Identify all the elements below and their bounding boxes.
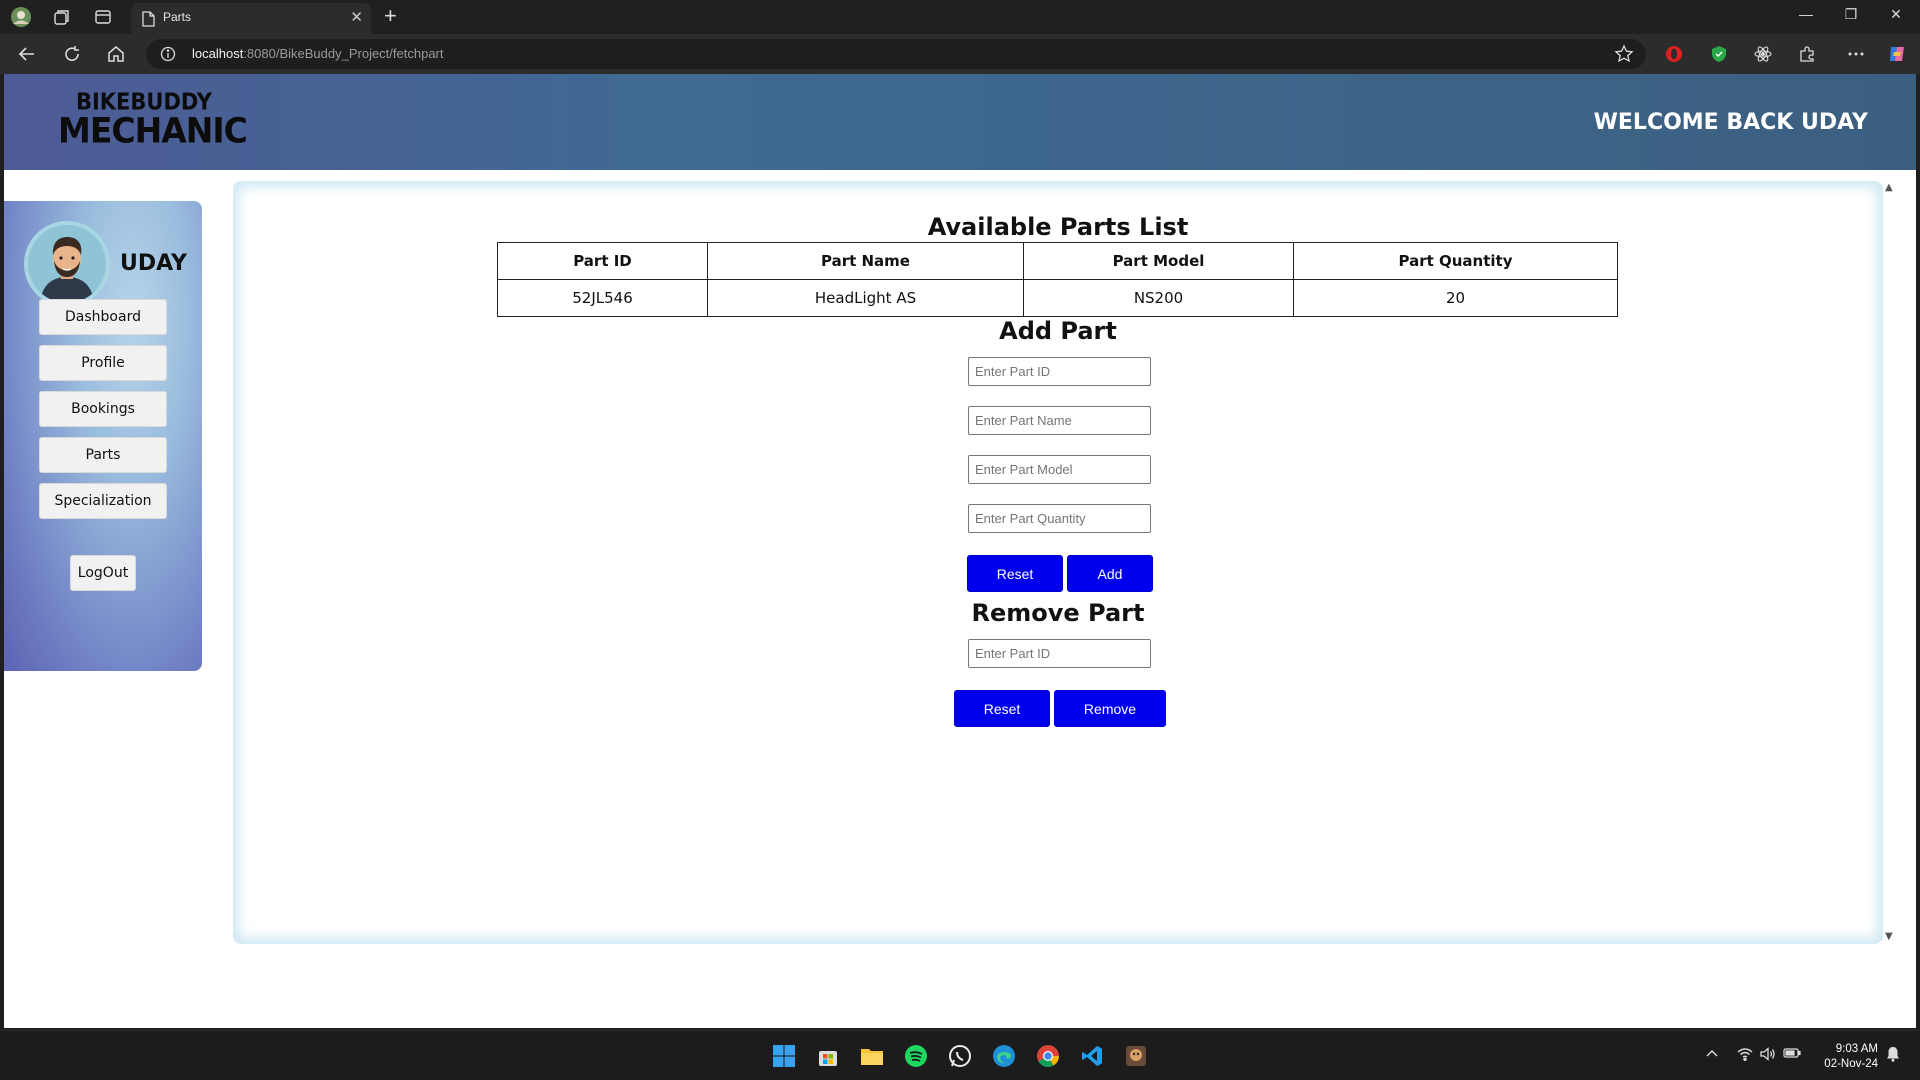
sidebar: UDAY Dashboard Profile Bookings Parts Sp…: [4, 201, 202, 671]
page-icon: [141, 11, 155, 31]
vscode-icon[interactable]: [1079, 1043, 1105, 1069]
tab-title: Parts: [163, 10, 192, 24]
sidebar-item-bookings[interactable]: Bookings: [39, 391, 167, 427]
page-viewport: BIKEBUDDY MECHANIC WELCOME BACK UDAY UDA…: [4, 74, 1916, 1028]
tab-parts[interactable]: Parts ✕: [131, 3, 371, 34]
profile-avatar-icon[interactable]: [10, 6, 32, 28]
browser-tab-bar: Parts ✕ + — ❐ ✕: [0, 0, 1920, 34]
tab-actions-icon[interactable]: [92, 6, 114, 28]
sidebar-item-parts[interactable]: Parts: [39, 437, 167, 473]
favorite-star-icon[interactable]: [1614, 44, 1634, 68]
volume-icon[interactable]: [1760, 1047, 1776, 1065]
close-window-icon[interactable]: ✕: [1876, 6, 1916, 23]
part-model-input[interactable]: [968, 455, 1151, 484]
part-id-input[interactable]: [968, 357, 1151, 386]
taskbar: 9:03 AM 02-Nov-24: [0, 1030, 1920, 1080]
opera-extension-icon[interactable]: [1663, 43, 1685, 65]
system-clock[interactable]: 9:03 AM 02-Nov-24: [1824, 1042, 1878, 1072]
add-part-title: Add Part: [999, 317, 1117, 345]
column-header: Part Quantity: [1293, 242, 1618, 280]
welcome-message: WELCOME BACK UDAY: [1593, 110, 1868, 135]
restore-icon[interactable]: ❐: [1831, 6, 1871, 23]
minimize-icon[interactable]: —: [1786, 6, 1826, 22]
windows-start-icon[interactable]: [771, 1043, 797, 1069]
microsoft-store-icon[interactable]: [815, 1043, 841, 1069]
site-header: BIKEBUDDY MECHANIC WELCOME BACK UDAY: [4, 74, 1916, 170]
browser-toolbar: localhost:8080/BikeBuddy_Project/fetchpa…: [0, 34, 1920, 74]
back-icon[interactable]: [15, 43, 39, 65]
shield-extension-icon[interactable]: [1708, 43, 1730, 65]
column-header: Part Name: [707, 242, 1024, 280]
scroll-up-arrow-icon[interactable]: ▲: [1885, 182, 1893, 193]
chrome-icon[interactable]: [1035, 1043, 1061, 1069]
extensions-puzzle-icon[interactable]: [1796, 43, 1818, 65]
clock-time: 9:03 AM: [1835, 1043, 1878, 1055]
show-hidden-icons-chevron-icon[interactable]: [1706, 1047, 1718, 1062]
notifications-bell-icon[interactable]: [1886, 1046, 1900, 1066]
scroll-down-arrow-icon[interactable]: ▼: [1885, 931, 1893, 942]
sidebar-item-dashboard[interactable]: Dashboard: [39, 299, 167, 335]
logout-button[interactable]: LogOut: [70, 555, 136, 591]
more-menu-icon[interactable]: [1845, 43, 1867, 65]
edge-browser-icon[interactable]: [991, 1043, 1017, 1069]
main-panel: Available Parts List Part ID Part Name P…: [233, 181, 1883, 944]
address-bar[interactable]: localhost:8080/BikeBuddy_Project/fetchpa…: [146, 39, 1646, 69]
site-info-icon[interactable]: [160, 46, 176, 66]
react-devtools-icon[interactable]: [1752, 43, 1774, 65]
add-reset-button[interactable]: Reset: [967, 555, 1063, 592]
column-header: Part Model: [1023, 242, 1294, 280]
spotify-icon[interactable]: [903, 1043, 929, 1069]
new-tab-button[interactable]: +: [384, 3, 397, 29]
table-cell: 52JL546: [497, 279, 708, 317]
remove-reset-button[interactable]: Reset: [954, 690, 1050, 727]
table-cell: HeadLight AS: [707, 279, 1024, 317]
file-explorer-icon[interactable]: [859, 1043, 885, 1069]
copilot-icon[interactable]: [1886, 43, 1908, 65]
table-header-row: Part ID Part Name Part Model Part Quanti…: [497, 242, 1618, 280]
table-row: 52JL546 HeadLight AS NS200 20: [497, 279, 1618, 317]
whatsapp-icon[interactable]: [947, 1043, 973, 1069]
remove-part-title: Remove Part: [971, 599, 1145, 627]
refresh-icon[interactable]: [60, 43, 84, 65]
table-cell: NS200: [1023, 279, 1294, 317]
battery-icon[interactable]: [1783, 1047, 1801, 1063]
part-quantity-input[interactable]: [968, 504, 1151, 533]
game-app-icon[interactable]: [1123, 1043, 1149, 1069]
part-name-input[interactable]: [968, 406, 1151, 435]
avatar: [24, 221, 110, 307]
table-cell: 20: [1293, 279, 1618, 317]
close-tab-icon[interactable]: ✕: [350, 8, 363, 26]
column-header: Part ID: [497, 242, 708, 280]
sidebar-item-specialization[interactable]: Specialization: [39, 483, 167, 519]
home-icon[interactable]: [104, 43, 128, 65]
remove-button[interactable]: Remove: [1054, 690, 1166, 727]
workspaces-icon[interactable]: [51, 6, 73, 28]
sidebar-item-profile[interactable]: Profile: [39, 345, 167, 381]
url-text: localhost:8080/BikeBuddy_Project/fetchpa…: [192, 46, 444, 61]
site-logo[interactable]: BIKEBUDDY MECHANIC: [58, 90, 248, 147]
clock-date: 02-Nov-24: [1824, 1058, 1878, 1070]
remove-part-id-input[interactable]: [968, 639, 1151, 668]
parts-table: Part ID Part Name Part Model Part Quanti…: [497, 242, 1618, 317]
parts-list-title: Available Parts List: [927, 213, 1189, 241]
sidebar-username: UDAY: [120, 251, 187, 276]
add-button[interactable]: Add: [1067, 555, 1153, 592]
wifi-icon[interactable]: [1737, 1047, 1753, 1065]
